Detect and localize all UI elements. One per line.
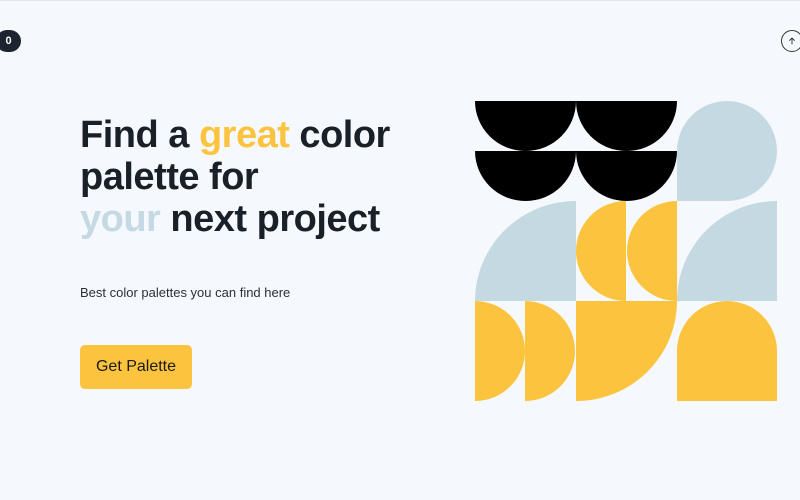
get-palette-button[interactable]: Get Palette [80,345,192,389]
light-blue-drop-shape [677,101,777,201]
hero-headline: Find a great color palette for your next… [80,114,390,240]
black-half-circle [475,101,576,151]
headline-highlight-great: great [198,114,290,156]
geometric-illustration [475,101,777,401]
yellow-half-circle [475,301,525,401]
arrow-up-icon [789,37,795,45]
scroll-to-top-button[interactable] [781,30,800,52]
landing-page: 0 Find a great color palette for your ne… [0,0,800,500]
yellow-half-circle [576,201,626,301]
headline-text: palette for [80,156,259,198]
headline-text: next project [160,198,380,240]
black-half-circle [576,101,677,151]
light-blue-quarter-circle [475,201,576,301]
yellow-drop-shape [677,301,777,401]
light-blue-quarter-circle [677,201,777,301]
black-half-circle [475,151,576,201]
counter-badge: 0 [0,30,21,52]
headline-text: color [289,114,390,156]
headline-text: Find a [80,114,199,156]
yellow-half-circle [525,301,575,401]
headline-highlight-your: your [80,198,161,240]
yellow-quarter-circle [576,301,677,401]
yellow-half-circle [627,201,677,301]
black-half-circle [576,151,677,201]
hero-subtitle: Best color palettes you can find here [80,285,291,300]
